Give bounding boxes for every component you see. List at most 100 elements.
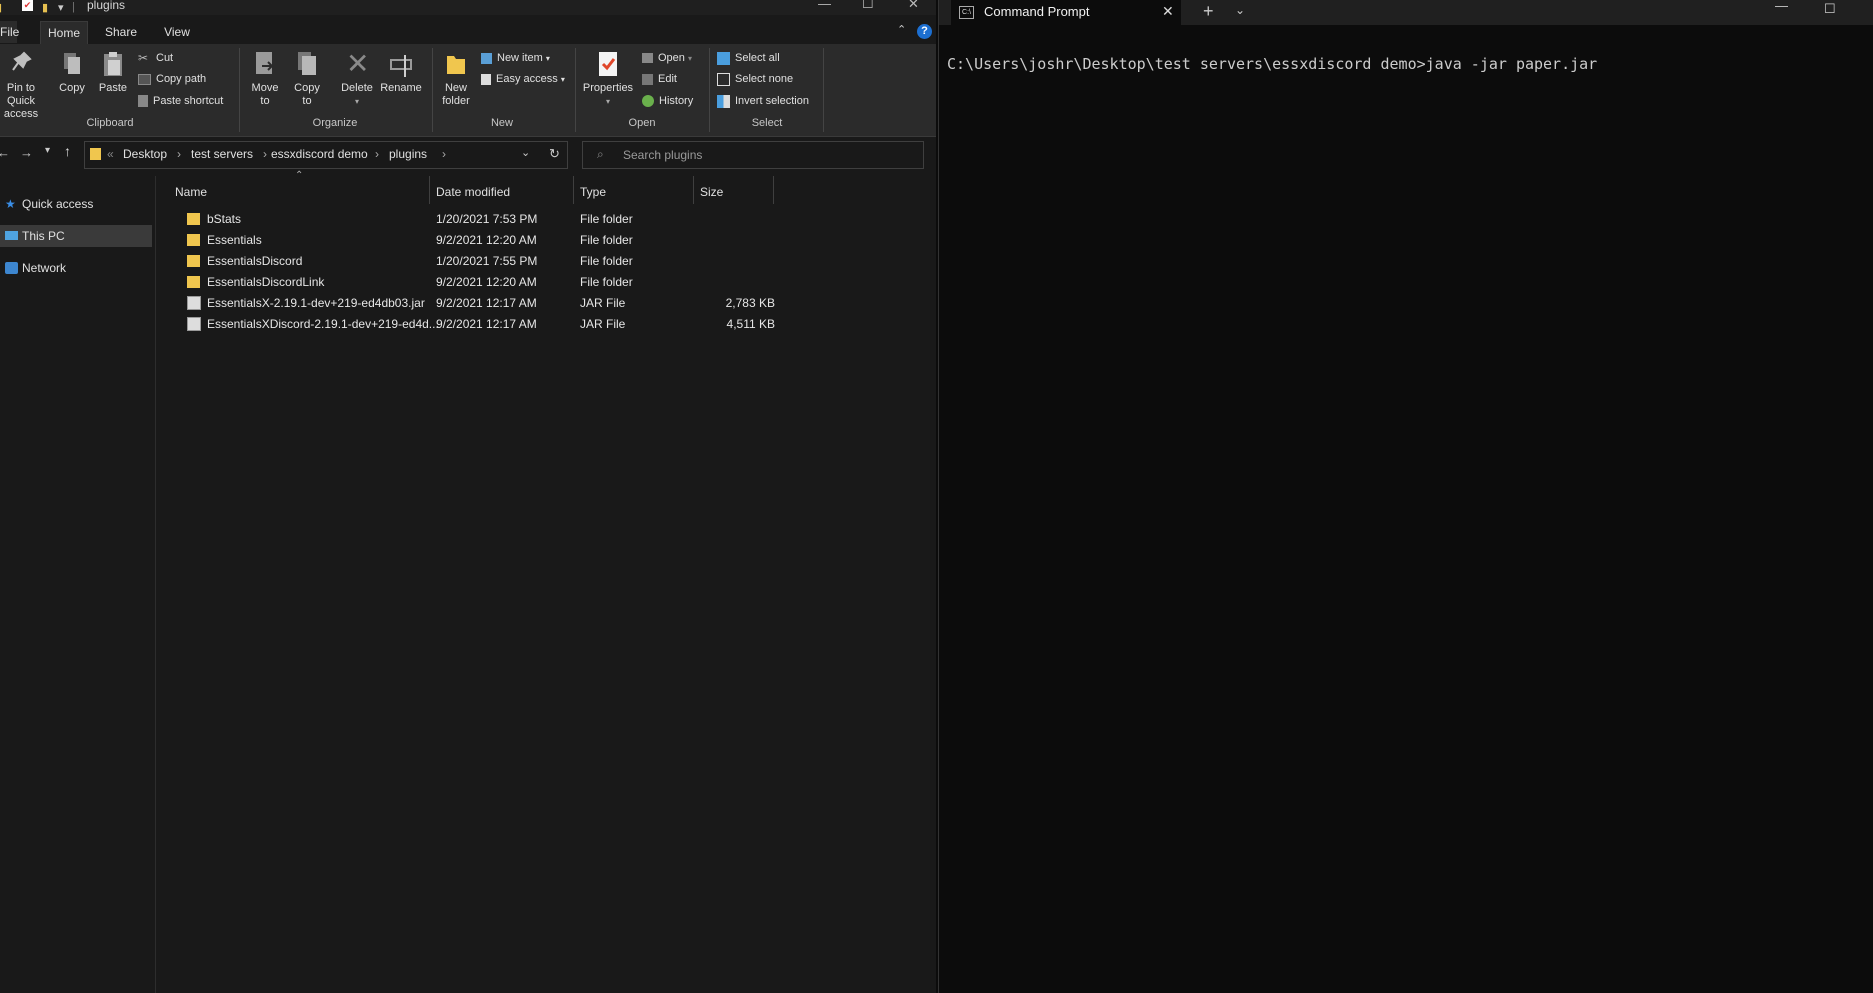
tab-view[interactable]: View: [155, 21, 199, 43]
address-bar[interactable]: « Desktop › test servers › essxdiscord d…: [84, 141, 568, 169]
terminal-tab[interactable]: C:\ Command Prompt ✕: [951, 0, 1181, 25]
tab-dropdown-icon[interactable]: ⌄: [1235, 3, 1245, 17]
maximize-icon[interactable]: ☐: [862, 0, 874, 12]
column-separator[interactable]: [573, 176, 574, 204]
properties-quick-icon[interactable]: ✔: [22, 0, 33, 11]
pin-to-quick-access-button[interactable]: Pin to Quick access: [0, 50, 50, 121]
search-box[interactable]: ⌕: [582, 141, 924, 169]
file-type: File folder: [580, 212, 633, 226]
scissors-icon: ✂: [138, 50, 149, 65]
copy-to-button[interactable]: Copy to: [290, 50, 324, 108]
tab-share[interactable]: Share: [98, 21, 144, 43]
invert-selection-button[interactable]: Invert selection: [717, 93, 809, 109]
back-icon[interactable]: ←: [0, 145, 10, 160]
new-folder-button[interactable]: New folder: [438, 50, 474, 108]
column-header-name[interactable]: Name: [175, 180, 425, 204]
properties-dropdown-icon[interactable]: ▾: [580, 95, 636, 108]
properties-button[interactable]: Properties ▾: [580, 50, 636, 108]
ribbon-separator: [239, 48, 240, 132]
star-icon: ★: [5, 197, 16, 211]
move-to-button[interactable]: Move to: [248, 50, 282, 108]
select-none-icon: [717, 72, 730, 86]
select-all-button[interactable]: Select all: [717, 50, 780, 66]
history-button[interactable]: History: [642, 93, 693, 109]
paste-shortcut-button[interactable]: Paste shortcut: [138, 93, 223, 109]
ribbon-separator: [575, 48, 576, 132]
tab-home[interactable]: Home: [40, 21, 88, 44]
breadcrumb-plugins[interactable]: plugins: [389, 147, 427, 161]
folder-icon: [90, 148, 101, 160]
breadcrumb-separator-icon[interactable]: ›: [375, 147, 379, 161]
folder-icon: ▮: [0, 1, 2, 14]
cut-button[interactable]: ✂ Cut: [138, 50, 173, 66]
quick-access-toolbar-dropdown-icon[interactable]: ▾: [58, 1, 64, 14]
column-header-date-modified[interactable]: Date modified: [436, 180, 566, 204]
column-header-size[interactable]: Size: [700, 180, 770, 204]
up-icon[interactable]: ↑: [64, 143, 71, 159]
copy-path-button[interactable]: Copy path: [138, 71, 206, 87]
folder-icon: [187, 276, 200, 288]
terminal-output[interactable]: C:\Users\joshr\Desktop\test servers\essx…: [947, 55, 1597, 73]
copy-to-icon: [298, 52, 316, 75]
file-row[interactable]: Essentials 9/2/2021 12:20 AM File folder: [173, 230, 778, 251]
refresh-icon[interactable]: ↻: [549, 146, 560, 162]
new-folder-quick-icon[interactable]: ▮: [42, 1, 48, 14]
file-row[interactable]: EssentialsDiscordLink 9/2/2021 12:20 AM …: [173, 272, 778, 293]
breadcrumb-separator-icon[interactable]: ›: [263, 147, 267, 161]
command-prompt-icon: C:\: [959, 6, 974, 19]
file-row[interactable]: bStats 1/20/2021 7:53 PM File folder: [173, 209, 778, 230]
search-input[interactable]: [621, 146, 915, 164]
column-header-type[interactable]: Type: [580, 180, 690, 204]
minimize-icon[interactable]: —: [1775, 0, 1788, 13]
easy-access-button[interactable]: Easy access ▾: [481, 71, 565, 87]
file-row[interactable]: EssentialsXDiscord-2.19.1-dev+219-ed4d..…: [173, 314, 778, 335]
delete-dropdown-icon[interactable]: ▾: [337, 95, 377, 108]
help-icon[interactable]: ?: [917, 24, 932, 39]
nav-item-quick-access[interactable]: ★ Quick access: [0, 193, 152, 215]
breadcrumb-separator-icon[interactable]: ›: [442, 147, 446, 161]
ribbon-separator: [432, 48, 433, 132]
file-name: EssentialsX-2.19.1-dev+219-ed4db03.jar: [207, 296, 425, 310]
maximize-icon[interactable]: ☐: [1824, 1, 1836, 17]
address-history-dropdown-icon[interactable]: ⌄: [521, 146, 530, 159]
network-icon: [5, 262, 18, 274]
file-size: 4,511 KB: [726, 317, 775, 331]
file-row[interactable]: EssentialsX-2.19.1-dev+219-ed4db03.jar 9…: [173, 293, 778, 314]
rename-button[interactable]: Rename: [378, 50, 424, 95]
edit-button[interactable]: Edit: [642, 71, 677, 87]
file-date: 9/2/2021 12:17 AM: [436, 317, 537, 331]
open-icon: [642, 53, 653, 64]
breadcrumb-overflow-icon[interactable]: «: [107, 147, 114, 161]
column-separator[interactable]: [693, 176, 694, 204]
close-tab-icon[interactable]: ✕: [1162, 3, 1174, 20]
copy-button[interactable]: Copy: [55, 50, 89, 95]
column-separator[interactable]: [773, 176, 774, 204]
delete-button[interactable]: ✕ Delete ▾: [337, 50, 377, 108]
ribbon-separator: [709, 48, 710, 132]
recent-locations-dropdown-icon[interactable]: ▾: [45, 145, 50, 156]
paste-button[interactable]: Paste: [96, 50, 130, 95]
close-icon[interactable]: ✕: [908, 0, 919, 12]
new-tab-icon[interactable]: +: [1203, 1, 1214, 22]
new-group-label: New: [490, 117, 513, 129]
easy-access-dropdown-icon: ▾: [560, 75, 565, 84]
nav-item-this-pc[interactable]: This PC: [0, 225, 152, 247]
breadcrumb-separator-icon[interactable]: ›: [177, 147, 181, 161]
paste-shortcut-icon: [138, 95, 148, 108]
new-item-button[interactable]: New item ▾: [481, 50, 550, 66]
select-none-button[interactable]: Select none: [717, 71, 793, 87]
breadcrumb-desktop[interactable]: Desktop: [123, 147, 167, 161]
column-separator[interactable]: [429, 176, 430, 204]
open-button[interactable]: Open ▾: [642, 50, 692, 66]
tab-file[interactable]: File: [0, 21, 19, 43]
file-size: 2,783 KB: [725, 296, 775, 310]
breadcrumb-test-servers[interactable]: test servers: [191, 147, 253, 161]
rename-icon: [390, 55, 412, 77]
forward-icon[interactable]: →: [20, 145, 33, 160]
breadcrumb-essxdiscord-demo[interactable]: essxdiscord demo: [271, 147, 368, 161]
file-row[interactable]: EssentialsDiscord 1/20/2021 7:55 PM File…: [173, 251, 778, 272]
nav-item-network[interactable]: Network: [0, 257, 152, 279]
minimize-icon[interactable]: —: [818, 0, 831, 11]
open-group-label: Open: [628, 117, 656, 129]
collapse-ribbon-icon[interactable]: ⌃: [897, 23, 906, 36]
